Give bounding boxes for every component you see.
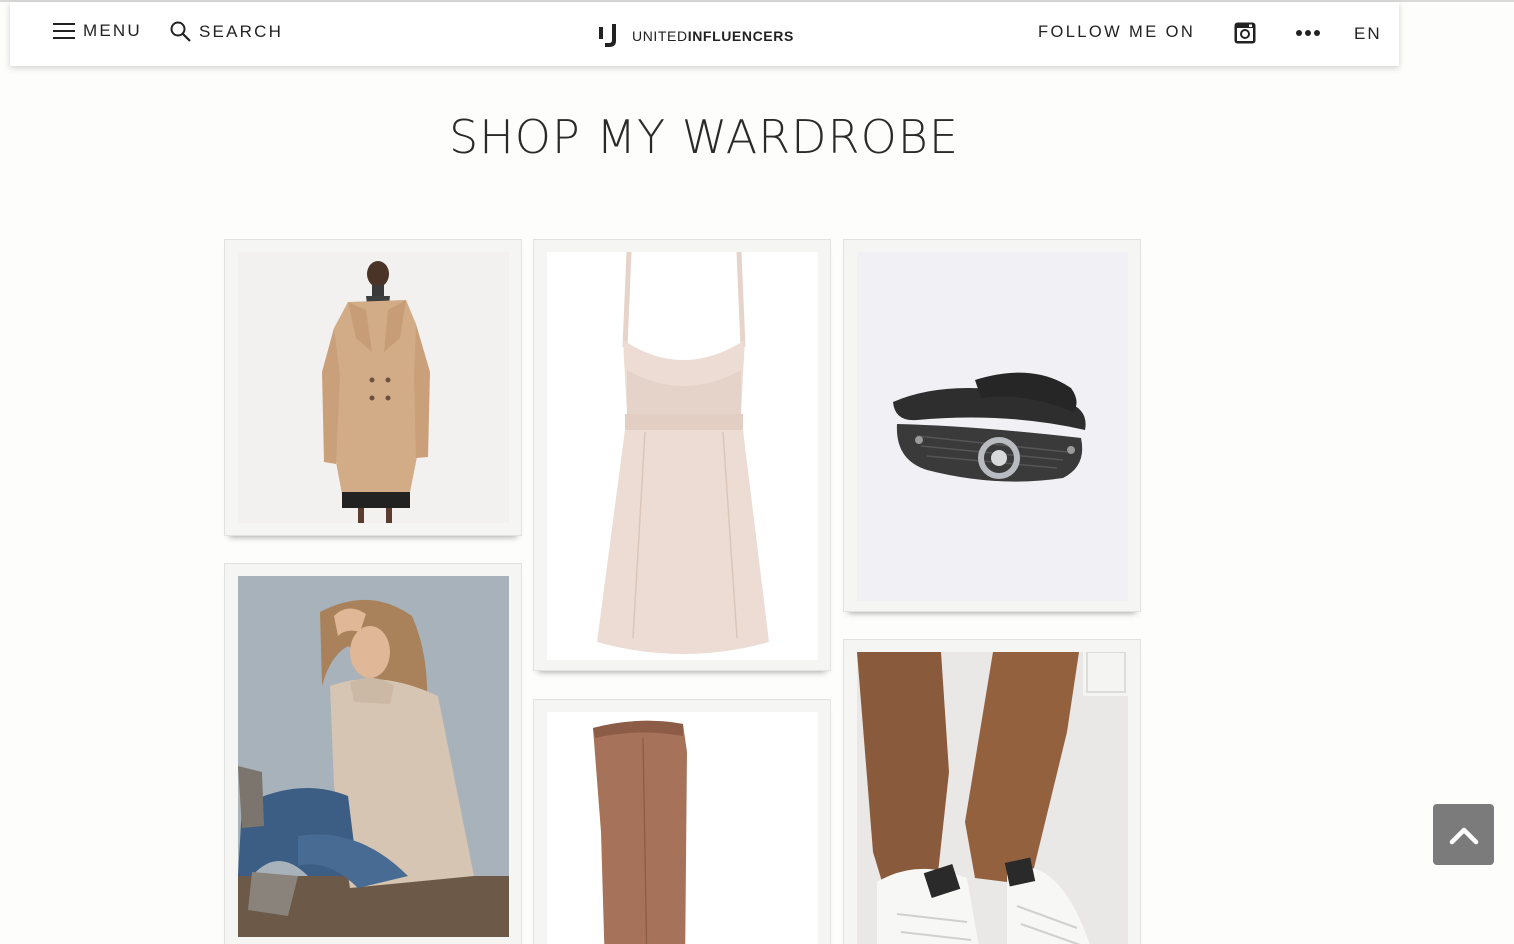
product-image bbox=[238, 576, 509, 937]
product-image bbox=[238, 252, 509, 523]
chevron-up-icon bbox=[1449, 827, 1478, 844]
more-dot bbox=[1314, 30, 1320, 36]
sweater-photo bbox=[238, 576, 509, 937]
back-to-top-button[interactable] bbox=[1433, 804, 1494, 865]
language-selector[interactable]: EN bbox=[1354, 24, 1382, 44]
follow-me-label: FOLLOW ME ON bbox=[1038, 23, 1196, 41]
search-button[interactable]: SEARCH bbox=[170, 21, 283, 42]
search-icon bbox=[170, 21, 191, 42]
product-image bbox=[857, 252, 1128, 601]
menu-label: MENU bbox=[83, 21, 142, 40]
instagram-link[interactable] bbox=[1234, 22, 1256, 49]
site-logo[interactable]: UNITEDINFLUENCERS bbox=[598, 24, 794, 48]
product-card-sweater[interactable] bbox=[224, 563, 522, 944]
product-card-boots[interactable] bbox=[533, 699, 831, 944]
sneakers-photo bbox=[857, 652, 1128, 944]
menu-button[interactable]: MENU bbox=[53, 21, 142, 41]
bracelet-photo bbox=[857, 252, 1128, 601]
instagram-icon bbox=[1234, 22, 1256, 44]
dress-photo bbox=[547, 252, 818, 660]
product-card-dress[interactable] bbox=[533, 239, 831, 671]
more-dots-icon bbox=[1296, 30, 1302, 36]
logo-icon bbox=[599, 24, 616, 47]
more-options-button[interactable] bbox=[1296, 30, 1320, 36]
page-title: SHOP MY WARDROBE bbox=[449, 110, 959, 164]
logo-text-bold: INFLUENCERS bbox=[687, 28, 794, 44]
product-image bbox=[547, 252, 818, 660]
product-image bbox=[547, 712, 818, 944]
product-card-bracelet[interactable] bbox=[843, 239, 1141, 612]
more-dot bbox=[1305, 30, 1311, 36]
logo-text-light: UNITED bbox=[632, 28, 688, 44]
product-card-sneakers[interactable] bbox=[843, 639, 1141, 944]
coat-photo bbox=[238, 252, 509, 523]
logo-text: UNITEDINFLUENCERS bbox=[632, 28, 794, 44]
search-label: SEARCH bbox=[199, 21, 284, 41]
boots-photo bbox=[547, 712, 818, 944]
top-navigation-bar: MENU SEARCH UNITEDINFLUENCERS FOLLOW ME … bbox=[10, 2, 1399, 66]
product-image bbox=[857, 652, 1128, 944]
hamburger-icon bbox=[53, 23, 75, 39]
product-card-coat[interactable] bbox=[224, 239, 522, 536]
